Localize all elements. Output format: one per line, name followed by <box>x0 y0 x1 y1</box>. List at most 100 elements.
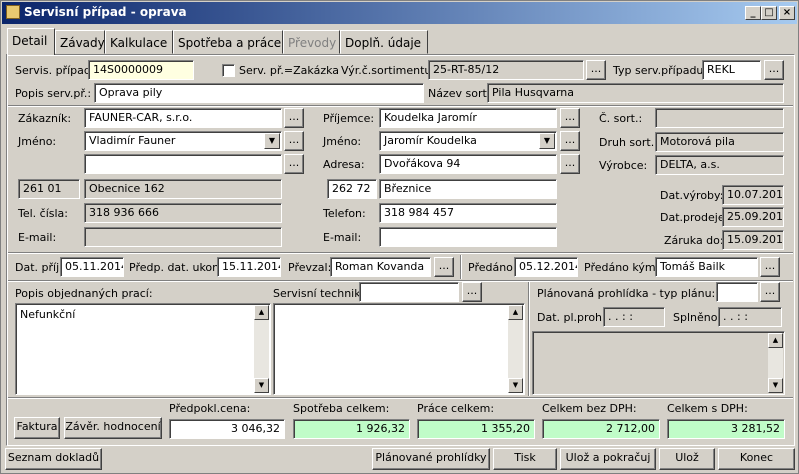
tech-list[interactable]: ▲ ▼ <box>273 303 525 395</box>
invoice-button[interactable]: Faktura <box>14 417 60 439</box>
divider <box>8 252 793 254</box>
csort-label: Č. sort.: <box>599 112 643 125</box>
kind-label: Druh sort.: <box>599 136 658 149</box>
recipient-name-value: Jaromír Koudelka <box>384 134 477 147</box>
type-label: Typ serv.případu: <box>613 64 708 77</box>
plan-notes[interactable]: ▲ ▼ <box>532 331 785 395</box>
planned-date[interactable]: 15.11.2014 <box>217 257 281 277</box>
tech-scrollbar[interactable]: ▲ ▼ <box>508 305 523 393</box>
type-lookup-button[interactable]: ... <box>764 60 784 80</box>
serial-input[interactable]: 25-RT-85/12 <box>428 60 584 80</box>
desc-input[interactable]: Oprava pily <box>94 83 424 103</box>
recipient-phone[interactable]: 318 984 457 <box>379 203 557 223</box>
type-input[interactable]: REKL <box>702 60 761 80</box>
customer-name-select[interactable]: Vladimír Fauner ▼ <box>84 131 282 151</box>
scroll-up-icon[interactable]: ▲ <box>254 305 269 320</box>
title-bar: Servisní případ - oprava _ □ × <box>2 2 797 24</box>
plan-date[interactable]: . . : : <box>603 307 665 327</box>
customer-name-button[interactable]: ... <box>284 131 304 151</box>
documents-button[interactable]: Seznam dokladů <box>5 448 102 470</box>
kind-input: Motorová pila <box>655 132 784 152</box>
tab-detail[interactable]: Detail <box>7 28 55 55</box>
done-label: Splněno: <box>673 311 722 324</box>
scroll-down-icon[interactable]: ▼ <box>254 378 269 393</box>
recipient-city[interactable]: Březnice <box>379 179 557 199</box>
divider <box>460 255 462 279</box>
customer-name-label: Jméno: <box>18 135 57 148</box>
save-continue-button[interactable]: Ulož a pokračuj <box>560 448 656 470</box>
zakazka-label: Serv. př.=Zakázka <box>239 64 340 77</box>
customer-extra-button[interactable]: ... <box>284 154 304 174</box>
scroll-up-icon[interactable]: ▲ <box>768 333 783 348</box>
customer-input[interactable]: FAUNER-CAR, s.r.o. <box>84 108 282 128</box>
recipient-addr-input[interactable]: Dvořákova 94 <box>379 154 557 174</box>
tab-kalkulace[interactable]: Kalkulace <box>105 30 173 54</box>
sort-name-input[interactable]: Pila Husqvarna <box>487 83 784 103</box>
case-label: Servis. případ: <box>15 64 95 77</box>
consumption-label: Spotřeba celkem: <box>293 402 390 415</box>
print-button[interactable]: Tisk <box>493 448 557 470</box>
handed-by-label: Předáno kým: <box>584 261 660 274</box>
close-button[interactable]: × <box>779 6 795 20</box>
recipient-addr-button[interactable]: ... <box>560 154 580 174</box>
prod-date: 10.07.2014 <box>722 185 784 205</box>
work-total-value: 1 355,20 <box>417 419 535 439</box>
taken-input[interactable]: Roman Kovanda <box>330 257 431 277</box>
received-date[interactable]: 05.11.2014 <box>60 257 124 277</box>
taken-lookup-button[interactable]: ... <box>434 257 454 277</box>
customer-phone: 318 936 666 <box>84 203 282 223</box>
maker-label: Výrobce: <box>599 159 648 172</box>
customer-email <box>84 227 282 247</box>
close-form-button[interactable]: Konec <box>718 448 795 470</box>
net-total-label: Celkem bez DPH: <box>542 402 637 415</box>
taken-label: Převzal: <box>288 261 332 274</box>
recipient-zip[interactable]: 262 72 <box>327 179 377 199</box>
tab-zavady[interactable]: Závady <box>55 30 105 54</box>
work-total-label: Práce celkem: <box>417 402 495 415</box>
recipient-name-button[interactable]: ... <box>560 131 580 151</box>
planned-inspections-button[interactable]: Plánované prohlídky <box>372 448 490 470</box>
recipient-name-select[interactable]: Jaromír Koudelka ▼ <box>379 131 557 151</box>
window-title: Servisní případ - oprava <box>24 5 187 19</box>
price-value[interactable]: 3 046,32 <box>169 419 285 439</box>
customer-lookup-button[interactable]: ... <box>284 108 304 128</box>
zakazka-checkbox[interactable] <box>222 64 235 77</box>
maximize-button[interactable]: □ <box>761 6 777 20</box>
save-button[interactable]: Ulož <box>659 448 715 470</box>
chevron-down-icon[interactable]: ▼ <box>539 133 555 149</box>
scroll-up-icon[interactable]: ▲ <box>508 305 523 320</box>
handed-by-input[interactable]: Tomáš Bailk <box>655 257 758 277</box>
work-desc-textarea[interactable]: Nefunkční ▲ ▼ <box>15 303 271 395</box>
tech-input[interactable] <box>359 282 459 302</box>
tab-doplnkove[interactable]: Doplň. údaje <box>340 30 428 54</box>
recipient-email[interactable] <box>379 227 557 247</box>
work-desc-scrollbar[interactable]: ▲ ▼ <box>254 305 269 393</box>
plan-lookup-button[interactable]: ... <box>760 282 780 302</box>
tab-spotreba[interactable]: Spotřeba a práce <box>173 30 283 54</box>
handed-label: Předáno: <box>468 261 517 274</box>
divider <box>8 105 793 107</box>
recipient-addr-label: Adresa: <box>323 158 365 171</box>
chevron-down-icon[interactable]: ▼ <box>264 133 280 149</box>
plan-label: Plánovaná prohlídka - typ plánu: <box>537 287 716 300</box>
handed-by-button[interactable]: ... <box>760 257 780 277</box>
recipient-lookup-button[interactable]: ... <box>560 108 580 128</box>
plan-notes-scrollbar[interactable]: ▲ ▼ <box>768 333 783 393</box>
recipient-input[interactable]: Koudelka Jaromír <box>379 108 557 128</box>
tech-label: Servisní technik: <box>273 287 365 300</box>
prod-date-label: Dat.výroby: <box>660 189 724 202</box>
scroll-down-icon[interactable]: ▼ <box>768 378 783 393</box>
serial-lookup-button[interactable]: ... <box>586 60 606 80</box>
tab-prevody[interactable]: Převody <box>283 30 340 54</box>
scroll-down-icon[interactable]: ▼ <box>508 378 523 393</box>
evaluation-button[interactable]: Závěr. hodnocení <box>64 417 162 439</box>
tech-lookup-button[interactable]: ... <box>462 282 482 302</box>
case-input[interactable]: 14S0000009 <box>88 60 194 80</box>
done-date[interactable]: . . : : <box>718 307 782 327</box>
handed-date[interactable]: 05.12.2014 <box>514 257 578 277</box>
plan-input[interactable] <box>716 282 758 302</box>
recipient-phone-label: Telefon: <box>323 207 366 220</box>
minimize-button[interactable]: _ <box>745 6 761 20</box>
customer-extra-input[interactable] <box>84 154 282 174</box>
maker-input: DELTA, a.s. <box>655 155 784 175</box>
